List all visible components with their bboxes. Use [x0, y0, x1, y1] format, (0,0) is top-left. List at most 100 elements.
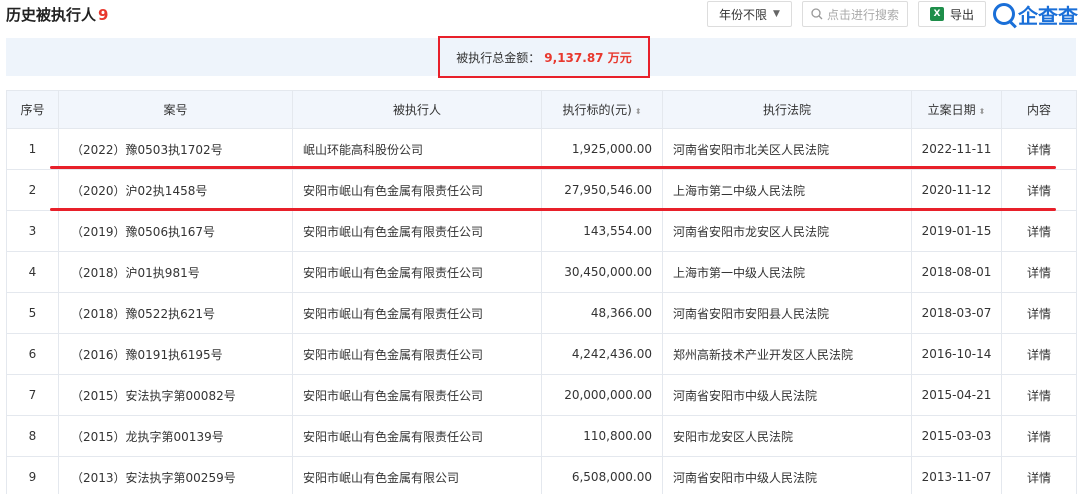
section-header: 历史被执行人 9 年份不限 ▼ 点击进行搜索 X 导出 企查查 [0, 0, 1080, 30]
search-input[interactable]: 点击进行搜索 [802, 1, 908, 27]
detail-link[interactable]: 详情 [1001, 374, 1077, 416]
brand-name: 企查查 [1018, 3, 1078, 28]
date-cell: 2022-11-11 [911, 128, 1002, 170]
sort-icon: ⬍ [978, 107, 986, 116]
detail-link[interactable]: 详情 [1001, 251, 1077, 293]
case-number-link[interactable]: （2015）龙执字第00139号 [58, 415, 293, 457]
table-row: 1 （2022）豫0503执1702号 岷山环能高科股份公司 1,925,000… [6, 128, 1077, 170]
col-header-party: 被执行人 [292, 90, 542, 129]
detail-link[interactable]: 详情 [1001, 169, 1077, 211]
year-filter-label: 年份不限 [719, 7, 768, 22]
table-row: 2 （2020）沪02执1458号 安阳市岷山有色金属有限责任公司 27,950… [6, 169, 1077, 211]
table-row: 5 （2018）豫0522执621号 安阳市岷山有色金属有限责任公司 48,36… [6, 292, 1077, 334]
case-number-link[interactable]: （2016）豫0191执6195号 [58, 333, 293, 375]
row-index: 9 [6, 456, 59, 494]
date-cell: 2013-11-07 [911, 456, 1002, 494]
date-cell: 2015-04-21 [911, 374, 1002, 416]
col-header-action: 内容 [1001, 90, 1077, 129]
detail-link[interactable]: 详情 [1001, 456, 1077, 494]
case-number-link[interactable]: （2018）沪01执981号 [58, 251, 293, 293]
table-row: 9 （2013）安法执字第00259号 安阳市岷山有色金属有限公司 6,508,… [6, 456, 1077, 494]
col-header-case: 案号 [58, 90, 293, 129]
amount-cell: 143,554.00 [541, 210, 663, 252]
case-number-link[interactable]: （2018）豫0522执621号 [58, 292, 293, 334]
export-button[interactable]: X 导出 [918, 1, 986, 27]
court-cell: 郑州高新技术产业开发区人民法院 [662, 333, 912, 375]
amount-cell: 27,950,546.00 [541, 169, 663, 211]
record-count: 9 [98, 6, 109, 24]
row-index: 6 [6, 333, 59, 375]
party-link[interactable]: 安阳市岷山有色金属有限责任公司 [292, 169, 542, 211]
magnifier-logo-icon [993, 3, 1015, 25]
row-index: 5 [6, 292, 59, 334]
amount-cell: 1,925,000.00 [541, 128, 663, 170]
case-number-link[interactable]: （2020）沪02执1458号 [58, 169, 293, 211]
date-cell: 2016-10-14 [911, 333, 1002, 375]
date-cell: 2018-08-01 [911, 251, 1002, 293]
party-link[interactable]: 安阳市岷山有色金属有限责任公司 [292, 415, 542, 457]
total-amount-value: 9,137.87 万元 [544, 50, 632, 65]
party-link[interactable]: 安阳市岷山有色金属有限公司 [292, 456, 542, 494]
row-index: 1 [6, 128, 59, 170]
party-link[interactable]: 安阳市岷山有色金属有限责任公司 [292, 333, 542, 375]
amount-cell: 110,800.00 [541, 415, 663, 457]
party-link[interactable]: 安阳市岷山有色金属有限责任公司 [292, 292, 542, 334]
section-title-text: 历史被执行人 [6, 6, 97, 24]
court-cell: 河南省安阳市龙安区人民法院 [662, 210, 912, 252]
table-row: 8 （2015）龙执字第00139号 安阳市岷山有色金属有限责任公司 110,8… [6, 415, 1077, 457]
brand-logo: 企查查 [993, 0, 1078, 28]
date-cell: 2018-03-07 [911, 292, 1002, 334]
total-amount-box: 被执行总金额： 9,137.87 万元 [438, 36, 650, 78]
date-cell: 2019-01-15 [911, 210, 1002, 252]
amount-cell: 30,450,000.00 [541, 251, 663, 293]
amount-cell: 20,000,000.00 [541, 374, 663, 416]
table-header-row: 序号 案号 被执行人 执行标的(元) ⬍ 执行法院 立案日期 ⬍ 内容 [6, 90, 1077, 129]
party-link[interactable]: 安阳市岷山有色金属有限责任公司 [292, 210, 542, 252]
table-row: 3 （2019）豫0506执167号 安阳市岷山有色金属有限责任公司 143,5… [6, 210, 1077, 252]
total-amount-label: 被执行总金额： [456, 50, 541, 65]
court-cell: 河南省安阳市中级人民法院 [662, 374, 912, 416]
year-filter-dropdown[interactable]: 年份不限 ▼ [707, 1, 792, 27]
court-cell: 上海市第二中级人民法院 [662, 169, 912, 211]
court-cell: 上海市第一中级人民法院 [662, 251, 912, 293]
col-header-index: 序号 [6, 90, 59, 129]
case-number-link[interactable]: （2019）豫0506执167号 [58, 210, 293, 252]
row-index: 4 [6, 251, 59, 293]
amount-cell: 6,508,000.00 [541, 456, 663, 494]
highlight-underline [50, 208, 1056, 211]
col-header-amount[interactable]: 执行标的(元) ⬍ [541, 90, 663, 129]
table-row: 7 （2015）安法执字第00082号 安阳市岷山有色金属有限责任公司 20,0… [6, 374, 1077, 416]
court-cell: 安阳市龙安区人民法院 [662, 415, 912, 457]
court-cell: 河南省安阳市安阳县人民法院 [662, 292, 912, 334]
executed-persons-table: 序号 案号 被执行人 执行标的(元) ⬍ 执行法院 立案日期 ⬍ 内容 1 （202… [6, 90, 1077, 494]
table-row: 4 （2018）沪01执981号 安阳市岷山有色金属有限责任公司 30,450,… [6, 251, 1077, 293]
case-number-link[interactable]: （2013）安法执字第00259号 [58, 456, 293, 494]
party-link[interactable]: 安阳市岷山有色金属有限责任公司 [292, 374, 542, 416]
sort-icon: ⬍ [634, 107, 642, 116]
col-header-date[interactable]: 立案日期 ⬍ [911, 90, 1002, 129]
detail-link[interactable]: 详情 [1001, 128, 1077, 170]
detail-link[interactable]: 详情 [1001, 415, 1077, 457]
detail-link[interactable]: 详情 [1001, 292, 1077, 334]
party-link[interactable]: 岷山环能高科股份公司 [292, 128, 542, 170]
date-cell: 2015-03-03 [911, 415, 1002, 457]
amount-cell: 48,366.00 [541, 292, 663, 334]
col-header-amount-label: 执行标的(元) [562, 103, 632, 117]
amount-cell: 4,242,436.00 [541, 333, 663, 375]
detail-link[interactable]: 详情 [1001, 210, 1077, 252]
detail-link[interactable]: 详情 [1001, 333, 1077, 375]
col-header-court: 执行法院 [662, 90, 912, 129]
party-link[interactable]: 安阳市岷山有色金属有限责任公司 [292, 251, 542, 293]
export-label: 导出 [949, 7, 974, 22]
table-row: 6 （2016）豫0191执6195号 安阳市岷山有色金属有限责任公司 4,24… [6, 333, 1077, 375]
excel-icon: X [929, 7, 944, 21]
case-number-link[interactable]: （2015）安法执字第00082号 [58, 374, 293, 416]
date-cell: 2020-11-12 [911, 169, 1002, 211]
row-index: 2 [6, 169, 59, 211]
case-number-link[interactable]: （2022）豫0503执1702号 [58, 128, 293, 170]
court-cell: 河南省安阳市中级人民法院 [662, 456, 912, 494]
court-cell: 河南省安阳市北关区人民法院 [662, 128, 912, 170]
chevron-down-icon: ▼ [773, 9, 780, 19]
row-index: 8 [6, 415, 59, 457]
col-header-date-label: 立案日期 [927, 103, 976, 117]
